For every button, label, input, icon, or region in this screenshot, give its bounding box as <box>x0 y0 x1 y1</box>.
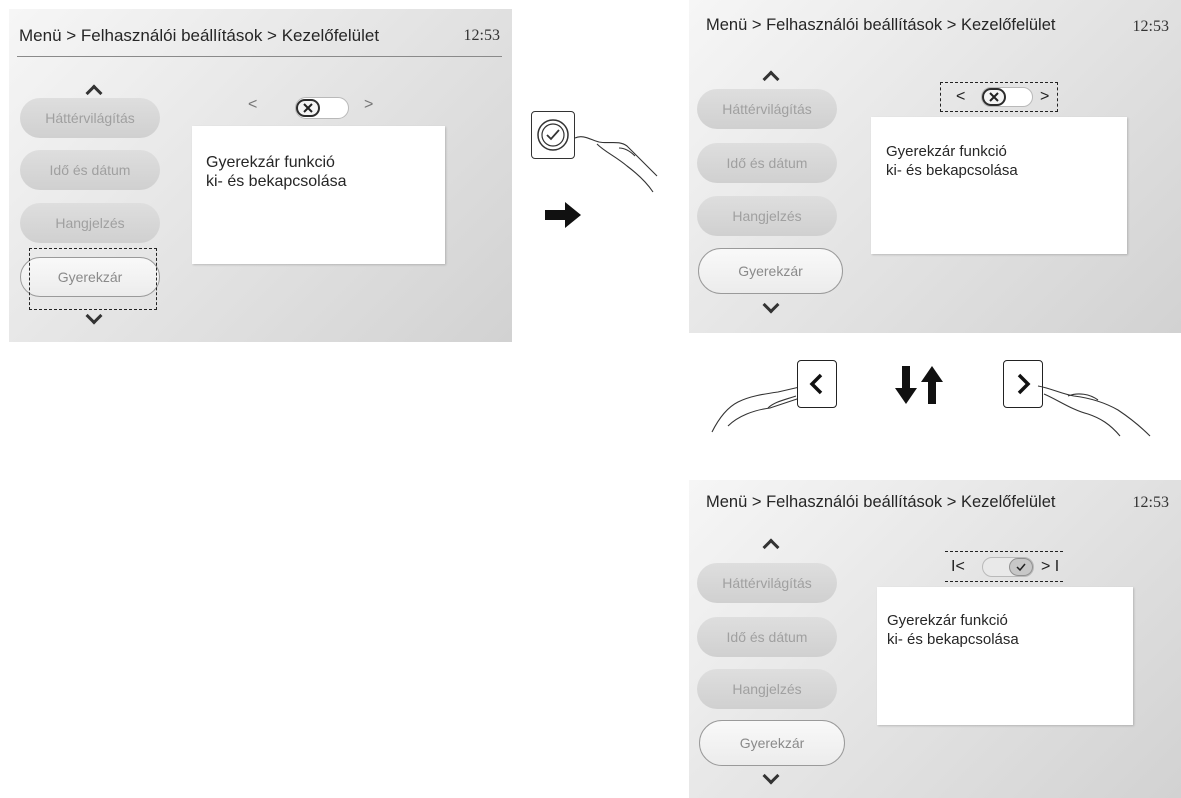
menu-item-hattervilagitas[interactable]: Háttérvilágítás <box>697 89 837 129</box>
header-divider <box>17 56 502 57</box>
next-arrow[interactable]: > <box>1040 88 1049 106</box>
toggle-switch[interactable] <box>295 97 349 119</box>
description-panel: Gyerekzár funkció ki- és bekapcsolása <box>871 117 1127 254</box>
chevron-down-icon[interactable] <box>85 307 103 325</box>
next-arrow[interactable]: > <box>364 96 373 114</box>
chevron-up-icon[interactable] <box>762 538 780 556</box>
breadcrumb: Menü > Felhasználói beállítások > Kezelő… <box>19 26 380 45</box>
menu-item-hangjelzes[interactable]: Hangjelzés <box>697 669 837 709</box>
prev-arrow[interactable]: < <box>248 96 257 114</box>
chevron-down-icon[interactable] <box>762 767 780 785</box>
description-line-2: ki- és bekapcsolása <box>206 173 347 190</box>
prev-arrow[interactable]: < <box>956 88 965 106</box>
menu-item-hattervilagitas[interactable]: Háttérvilágítás <box>20 98 160 138</box>
breadcrumb: Menü > Felhasználói beállítások > Kezelő… <box>706 16 1056 34</box>
description-line-2: ki- és bekapcsolása <box>886 162 1018 179</box>
right-button-icon[interactable] <box>1003 360 1043 408</box>
menu-item-hangjelzes[interactable]: Hangjelzés <box>20 203 160 243</box>
arrow-up-icon <box>921 366 943 404</box>
hand-icon <box>574 136 658 193</box>
description-line-1: Gyerekzár funkció <box>887 612 1008 629</box>
hand-icon <box>1037 385 1151 437</box>
next-arrow[interactable]: > I <box>1041 558 1059 576</box>
x-icon <box>982 88 1006 106</box>
menu-item-ido-es-datum[interactable]: Idő és dátum <box>20 150 160 190</box>
x-icon <box>296 99 320 117</box>
description-line-1: Gyerekzár funkció <box>886 143 1007 160</box>
check-icon <box>1009 558 1033 576</box>
clock: 12:53 <box>1132 494 1169 511</box>
screen-1: Menü > Felhasználói beállítások > Kezelő… <box>9 9 512 342</box>
screen-2: Menü > Felhasználói beállítások > Kezelő… <box>689 0 1181 333</box>
menu-item-ido-es-datum[interactable]: Idő és dátum <box>697 617 837 657</box>
selection-highlight <box>29 248 157 310</box>
description-panel: Gyerekzár funkció ki- és bekapcsolása <box>192 126 445 264</box>
menu-item-gyerekzar[interactable]: Gyerekzár <box>698 248 843 294</box>
prev-arrow[interactable]: I< <box>951 558 965 576</box>
menu-item-gyerekzar[interactable]: Gyerekzár <box>699 720 845 766</box>
screen-3: Menü > Felhasználói beállítások > Kezelő… <box>689 480 1181 798</box>
chevron-down-icon[interactable] <box>762 296 780 314</box>
clock: 12:53 <box>1132 18 1169 35</box>
ok-button-icon[interactable] <box>531 111 575 159</box>
toggle-switch[interactable] <box>981 87 1033 107</box>
clock: 12:53 <box>463 27 500 44</box>
toggle-switch[interactable] <box>982 557 1034 577</box>
hand-icon <box>711 385 805 433</box>
arrow-right-icon <box>545 202 581 228</box>
description-panel: Gyerekzár funkció ki- és bekapcsolása <box>877 587 1133 725</box>
breadcrumb: Menü > Felhasználói beállítások > Kezelő… <box>706 493 1056 511</box>
description-line-2: ki- és bekapcsolása <box>887 631 1019 648</box>
description-line-1: Gyerekzár funkció <box>206 154 335 171</box>
chevron-up-icon[interactable] <box>762 70 780 88</box>
arrow-down-icon <box>895 366 917 404</box>
menu-item-hattervilagitas[interactable]: Háttérvilágítás <box>697 563 837 603</box>
menu-item-ido-es-datum[interactable]: Idő és dátum <box>697 143 837 183</box>
left-button-icon[interactable] <box>797 360 837 408</box>
menu-item-hangjelzes[interactable]: Hangjelzés <box>697 196 837 236</box>
